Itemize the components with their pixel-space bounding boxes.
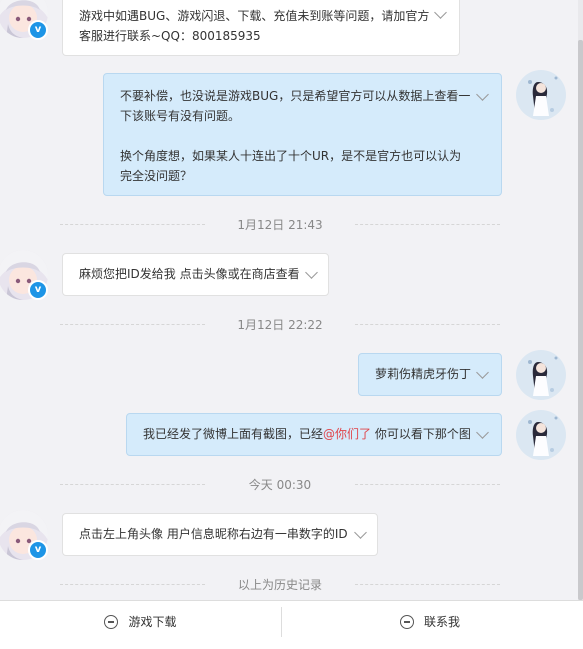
message-text: 不要补偿，也没说是游戏BUG，只是希望官方可以从数据上查看一 下该账号有没有问题… bbox=[120, 89, 471, 183]
scrollbar[interactable] bbox=[578, 0, 583, 600]
message-bubble-user[interactable]: 我已经发了微博上面有截图，已经@你们了 你可以看下那个图 bbox=[126, 413, 502, 456]
user-avatar[interactable] bbox=[516, 70, 566, 120]
message-bubble-user[interactable]: 不要补偿，也没说是游戏BUG，只是希望官方可以从数据上查看一 下该账号有没有问题… bbox=[103, 73, 502, 196]
history-divider: 以上为历史记录 bbox=[60, 576, 500, 593]
message-bubble-user[interactable]: 萝莉伤精虎牙伤丁 bbox=[358, 353, 502, 396]
scrollbar-thumb[interactable] bbox=[578, 40, 583, 600]
message-bubble-official[interactable]: 麻烦您把ID发给我 点击头像或在商店查看 bbox=[62, 253, 329, 296]
user-avatar[interactable] bbox=[516, 350, 566, 400]
message-text: 点击左上角头像 用户信息昵称右边有一串数字的ID bbox=[79, 527, 348, 541]
message-bubble-official[interactable]: 点击左上角头像 用户信息昵称右边有一串数字的ID bbox=[62, 513, 378, 556]
timestamp: 今天 00:30 bbox=[60, 476, 500, 493]
chat-area: v 游戏中如遇BUG、游戏闪退、下载、充值未到账等问题，请加官方 客服进行联系~… bbox=[0, 0, 578, 600]
message-text: 萝莉伤精虎牙伤丁 bbox=[375, 367, 472, 381]
mention-link[interactable]: @你们了 bbox=[323, 427, 371, 441]
menu-icon bbox=[104, 615, 119, 629]
verified-badge-icon: v bbox=[28, 20, 48, 40]
timestamp: 1月12日 21:43 bbox=[60, 216, 500, 233]
verified-badge-icon: v bbox=[28, 280, 48, 300]
user-avatar[interactable] bbox=[516, 410, 566, 460]
message-text: 我已经发了微博上面有截图，已经@你们了 你可以看下那个图 bbox=[143, 427, 471, 441]
contact-me-button[interactable]: 联系我 bbox=[282, 601, 578, 643]
message-text: 麻烦您把ID发给我 点击头像或在商店查看 bbox=[79, 267, 300, 281]
message-text: 游戏中如遇BUG、游戏闪退、下载、充值未到账等问题，请加官方 客服进行联系~QQ… bbox=[79, 9, 430, 43]
verified-badge-icon: v bbox=[28, 540, 48, 560]
footer-menu: 游戏下载 联系我 bbox=[0, 600, 583, 649]
timestamp: 1月12日 22:22 bbox=[60, 316, 500, 333]
message-bubble-official[interactable]: 游戏中如遇BUG、游戏闪退、下载、充值未到账等问题，请加官方 客服进行联系~QQ… bbox=[62, 0, 460, 56]
menu-icon bbox=[399, 615, 414, 629]
game-download-button[interactable]: 游戏下载 bbox=[0, 601, 281, 643]
